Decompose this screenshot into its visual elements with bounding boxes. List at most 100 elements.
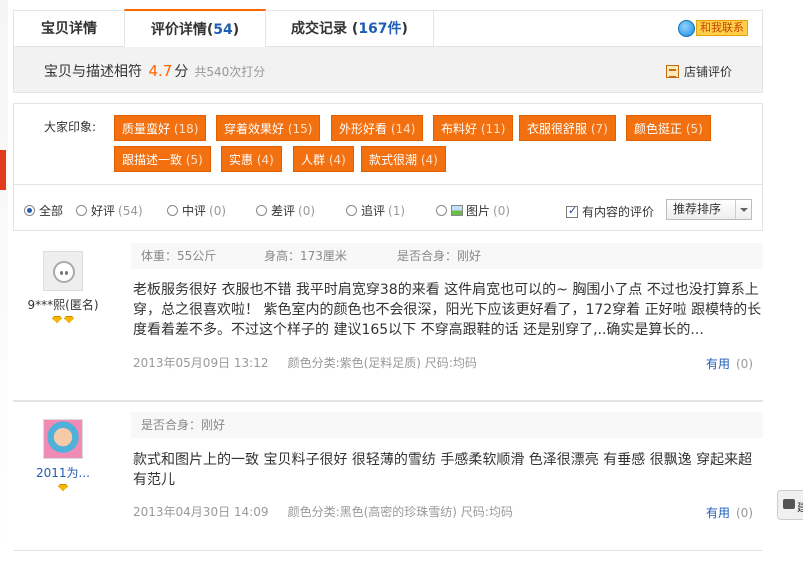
- impressions-panel: 大家印象: 质量蛮好 (18) 穿着效果好 (15) 外形好看 (14) 布料好…: [13, 103, 763, 185]
- review-props: 体重：55公斤 身高：173厘米 是否合身：刚好: [131, 243, 763, 269]
- filter-followup[interactable]: 追评 (1): [346, 202, 405, 219]
- impression-tag[interactable]: 穿着效果好 (15): [216, 115, 321, 141]
- review-prop: 身高：173厘米: [264, 249, 347, 263]
- filter-count: (0): [493, 203, 511, 218]
- rating-summary: 宝贝与描述相符 4.7 分共540次打分 店铺评价: [13, 47, 763, 93]
- radio-selected-icon: [24, 205, 35, 216]
- sort-label: 推荐排序: [673, 202, 722, 216]
- impression-tag[interactable]: 颜色挺正 (5): [626, 115, 711, 141]
- filter-label: 全部: [39, 204, 64, 218]
- useful-button[interactable]: 有用 (0): [706, 355, 753, 372]
- impressions-title: 大家印象:: [44, 120, 97, 134]
- feedback-side-tab[interactable]: 建: [777, 490, 803, 520]
- review-date: 2013年05月09日 13:12: [133, 356, 269, 370]
- filter-label: 好评: [91, 204, 116, 218]
- left-edge-strip: [0, 0, 8, 562]
- radio-icon: [167, 205, 178, 216]
- filter-neutral[interactable]: 中评 (0): [167, 202, 226, 219]
- tag-count: (7): [590, 122, 608, 136]
- impression-tag[interactable]: 跟描述一致 (5): [114, 146, 211, 172]
- impression-tag[interactable]: 衣服很舒服 (7): [519, 115, 616, 141]
- tag-count: (4): [328, 153, 346, 167]
- sort-select[interactable]: 推荐排序: [666, 199, 752, 220]
- useful-label: 有用: [705, 506, 730, 520]
- tag-count: (5): [185, 153, 203, 167]
- tag-label: 实惠: [229, 153, 254, 167]
- impression-tag[interactable]: 质量蛮好 (18): [114, 115, 207, 141]
- tab-transactions[interactable]: 成交记录 (167件): [266, 11, 434, 47]
- tab-suffix: ): [232, 22, 240, 38]
- tag-label: 穿着效果好: [224, 122, 285, 136]
- tag-count: (18): [173, 122, 199, 136]
- shop-rating-link[interactable]: 店铺评价: [665, 63, 732, 80]
- wangwang-icon: [678, 19, 695, 37]
- review-date: 2013年04月30日 14:09: [133, 505, 269, 519]
- radio-icon: [256, 205, 267, 216]
- filter-count: (0): [209, 203, 227, 218]
- filter-label: 图片: [466, 204, 491, 218]
- filter-label: 差评: [271, 204, 296, 218]
- useful-label: 有用: [705, 357, 730, 371]
- tab-label: 成交记录 (: [291, 21, 359, 37]
- filter-all[interactable]: 全部: [24, 202, 63, 219]
- chevron-down-icon: [735, 200, 751, 219]
- chat-bubble-icon: [783, 499, 795, 509]
- tab-bar: 宝贝详情 评价详情(54) 成交记录 (167件) 和我联系: [13, 9, 763, 47]
- tab-count: 54: [213, 22, 233, 38]
- tag-label: 款式很潮: [369, 153, 418, 167]
- tab-reviews[interactable]: 评价详情(54): [124, 9, 266, 47]
- shop-rating-icon: [665, 65, 679, 78]
- reviewer: 2011为...: [13, 419, 113, 491]
- reviewer-name[interactable]: 2011为...: [13, 464, 113, 481]
- impression-tag[interactable]: 款式很潮 (4): [361, 146, 446, 172]
- tab-label: 宝贝详情: [41, 21, 97, 37]
- review-text: 老板服务很好 衣服也不错 我平时肩宽穿38的来看 这件肩宽也可以的~ 胸围小了点…: [133, 282, 762, 338]
- filter-negative[interactable]: 差评 (0): [256, 202, 315, 219]
- filter-label: 中评: [182, 204, 207, 218]
- rating-score: 4.7: [148, 62, 173, 80]
- tag-count: (4): [420, 153, 438, 167]
- impression-tag[interactable]: 实惠 (4): [221, 146, 282, 172]
- useful-count: (0): [736, 357, 753, 371]
- filter-label: 追评: [361, 204, 386, 218]
- shop-rating-label: 店铺评价: [683, 65, 732, 79]
- tag-count: (14): [390, 122, 416, 136]
- filter-images[interactable]: 图片 (0): [436, 202, 510, 219]
- tab-item-details[interactable]: 宝贝详情: [14, 11, 124, 47]
- buyer-rank-icon: [13, 484, 113, 491]
- impression-tag[interactable]: 外形好看 (14): [331, 115, 424, 141]
- tag-count: (11): [480, 122, 506, 136]
- filter-positive[interactable]: 好评 (54): [76, 202, 143, 219]
- reviewer-name: 9***熙(匿名): [27, 298, 99, 312]
- tag-label: 质量蛮好: [122, 122, 171, 136]
- tab-label: 评价详情(: [150, 22, 214, 38]
- review-meta: 2013年05月09日 13:12 颜色分类:紫色(足料足质) 尺码:均码: [133, 354, 477, 371]
- checkbox-label: 有内容的评价: [582, 205, 655, 219]
- tag-label: 外形好看: [339, 122, 388, 136]
- impression-tag[interactable]: 布料好 (11): [433, 115, 514, 141]
- rating-count: 共540次打分: [194, 65, 266, 79]
- review-prop: 是否合身：刚好: [141, 418, 226, 432]
- avatar: [43, 251, 83, 291]
- tag-label: 颜色挺正: [634, 122, 683, 136]
- useful-count: (0): [736, 506, 753, 520]
- radio-icon: [436, 205, 447, 216]
- radio-icon: [346, 205, 357, 216]
- buyer-rank-icon: [13, 316, 113, 323]
- tag-label: 衣服很舒服: [527, 122, 588, 136]
- tag-label: 布料好: [441, 122, 478, 136]
- rating-unit: 分: [174, 64, 189, 80]
- impression-tag[interactable]: 人群 (4): [293, 146, 354, 172]
- review-meta: 2013年04月30日 14:09 颜色分类:黑色(高密的珍珠雪纺) 尺码:均码: [133, 503, 513, 520]
- contact-seller-button[interactable]: 和我联系: [678, 19, 748, 37]
- filter-count: (1): [388, 203, 406, 218]
- useful-button[interactable]: 有用 (0): [706, 504, 753, 521]
- tag-count: (15): [287, 122, 313, 136]
- left-edge-marker: [0, 150, 6, 190]
- tag-count: (4): [256, 153, 274, 167]
- tab-count: 167件: [358, 21, 402, 37]
- image-icon: [451, 205, 463, 216]
- filter-count: (54): [118, 203, 143, 218]
- review-item: 9***熙(匿名) 体重：55公斤 身高：173厘米 是否合身：刚好 老板服务很…: [13, 231, 763, 401]
- with-content-checkbox[interactable]: 有内容的评价: [566, 203, 654, 220]
